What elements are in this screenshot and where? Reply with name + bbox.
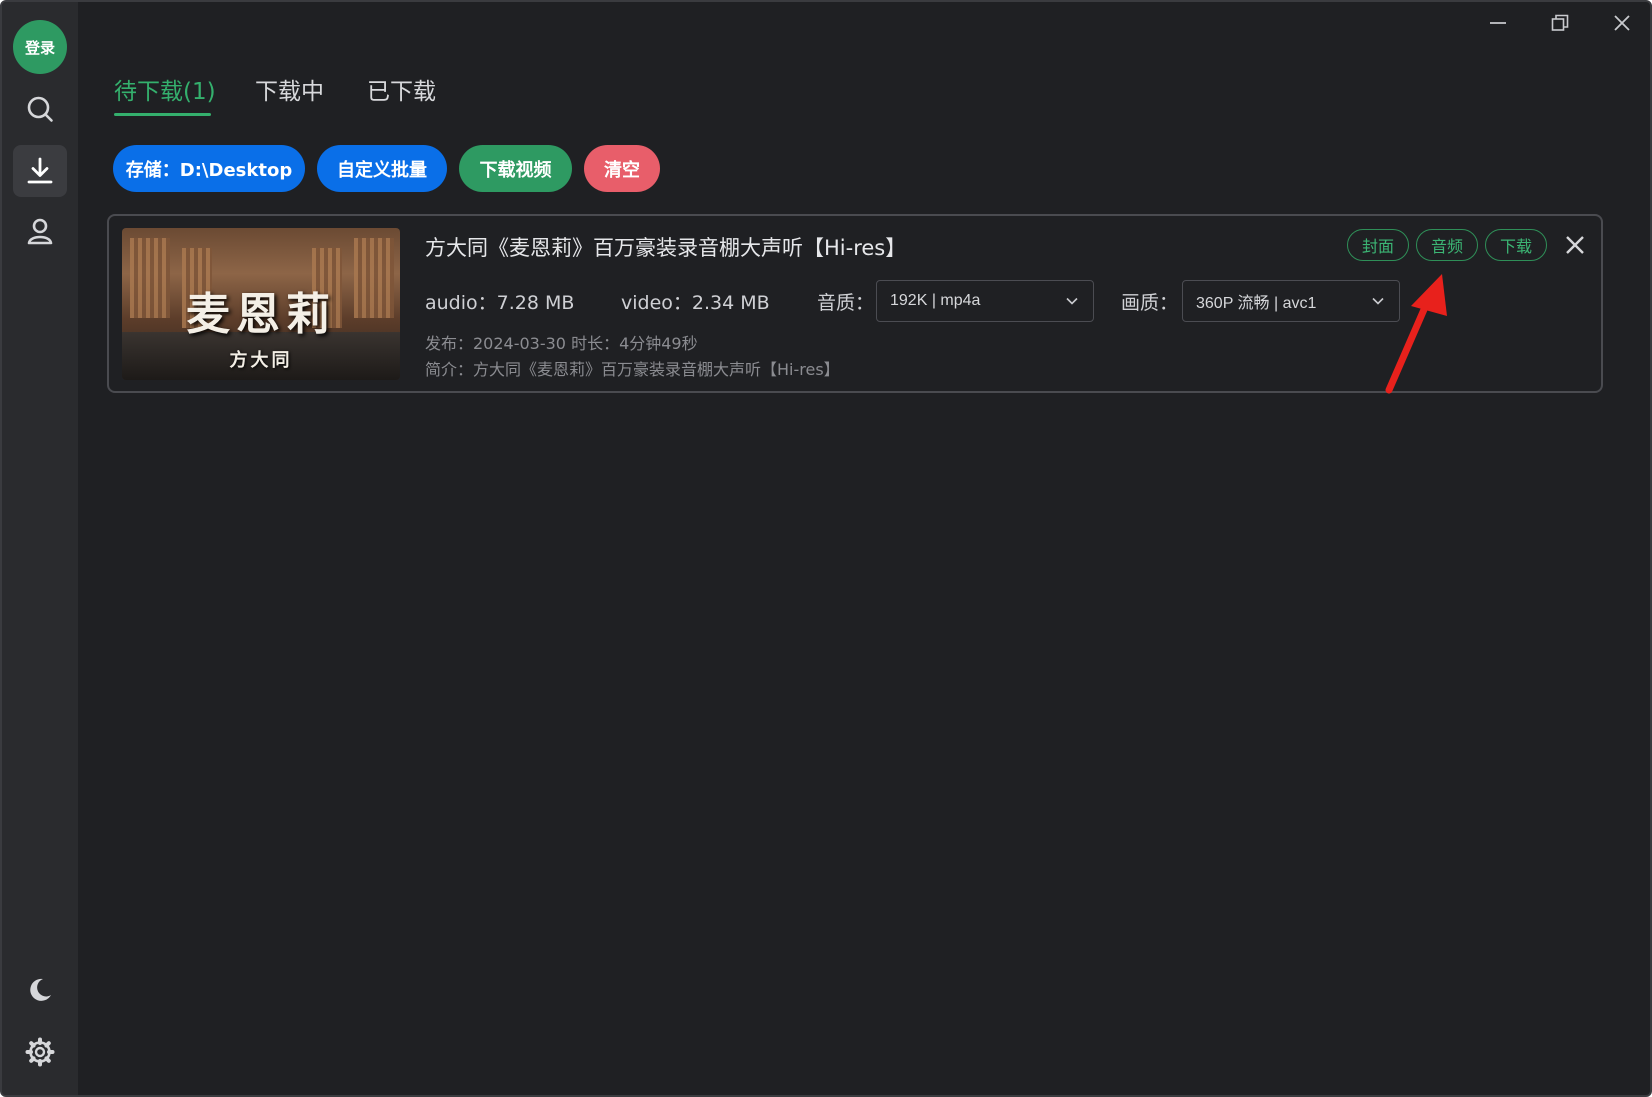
chevron-down-icon (1066, 297, 1078, 305)
audio-quality-label: 音质： (817, 292, 875, 314)
audio-size: audio：7.28 MB (425, 292, 575, 314)
sidebar-item-downloads[interactable] (13, 145, 67, 197)
gear-icon (25, 1037, 55, 1067)
settings-button[interactable] (13, 1026, 67, 1078)
annotation-arrow-icon (1385, 274, 1447, 394)
video-quality-label: 画质： (1121, 292, 1179, 314)
publish-info: 发布：2024-03-30 时长：4分钟49秒 (425, 334, 698, 353)
sidebar: 登录 (2, 2, 78, 1095)
tab-downloaded[interactable]: 已下载 (367, 72, 436, 118)
tab-downloading[interactable]: 下载中 (255, 72, 324, 118)
download-icon (27, 157, 53, 184)
restore-button[interactable] (1530, 8, 1590, 38)
video-thumbnail[interactable]: 麦恩莉 方大同 (122, 228, 400, 380)
sidebar-item-user[interactable] (13, 205, 67, 257)
video-intro: 简介：方大同《麦恩莉》百万豪装录音棚大声听【Hi-res】 (425, 360, 840, 379)
login-avatar[interactable]: 登录 (13, 20, 67, 74)
close-icon (1614, 15, 1630, 31)
audio-quality-value: 192K | mp4a (890, 292, 981, 309)
video-title: 方大同《麦恩莉》百万豪装录音棚大声听【Hi-res】 (425, 236, 907, 260)
storage-path-button[interactable]: 存储：D:\Desktop (113, 145, 305, 192)
theme-toggle[interactable] (13, 964, 67, 1016)
audio-button[interactable]: 音频 (1416, 229, 1478, 261)
audio-quality-select[interactable]: 192K | mp4a (876, 280, 1094, 322)
cover-button[interactable]: 封面 (1347, 229, 1409, 261)
minimize-icon (1490, 22, 1506, 24)
download-item-button[interactable]: 下载 (1485, 229, 1547, 261)
user-icon (27, 218, 53, 245)
video-size: video：2.34 MB (621, 292, 770, 314)
restore-icon (1551, 14, 1569, 31)
custom-batch-button[interactable]: 自定义批量 (317, 145, 447, 192)
remove-item-icon[interactable] (1564, 234, 1586, 256)
video-quality-value: 360P 流畅 | avc1 (1196, 295, 1317, 312)
app-window: 登录 待下载(1) 下载中 已下载 存储：D:\Desktop 自定义批量 下载… (0, 0, 1652, 1097)
active-tab-indicator (114, 113, 211, 116)
video-quality-select[interactable]: 360P 流畅 | avc1 (1182, 280, 1400, 322)
moon-icon (30, 978, 51, 1001)
thumbnail-artist-text: 方大同 (229, 350, 293, 371)
sidebar-item-search[interactable] (13, 83, 67, 135)
clear-button[interactable]: 清空 (584, 145, 660, 192)
close-window-button[interactable] (1592, 8, 1650, 38)
tab-pending[interactable]: 待下载(1) (114, 72, 216, 118)
minimize-button[interactable] (1468, 8, 1528, 38)
thumbnail-title-text: 麦恩莉 (186, 289, 336, 340)
search-icon (27, 96, 53, 122)
download-video-button[interactable]: 下载视频 (459, 145, 572, 192)
